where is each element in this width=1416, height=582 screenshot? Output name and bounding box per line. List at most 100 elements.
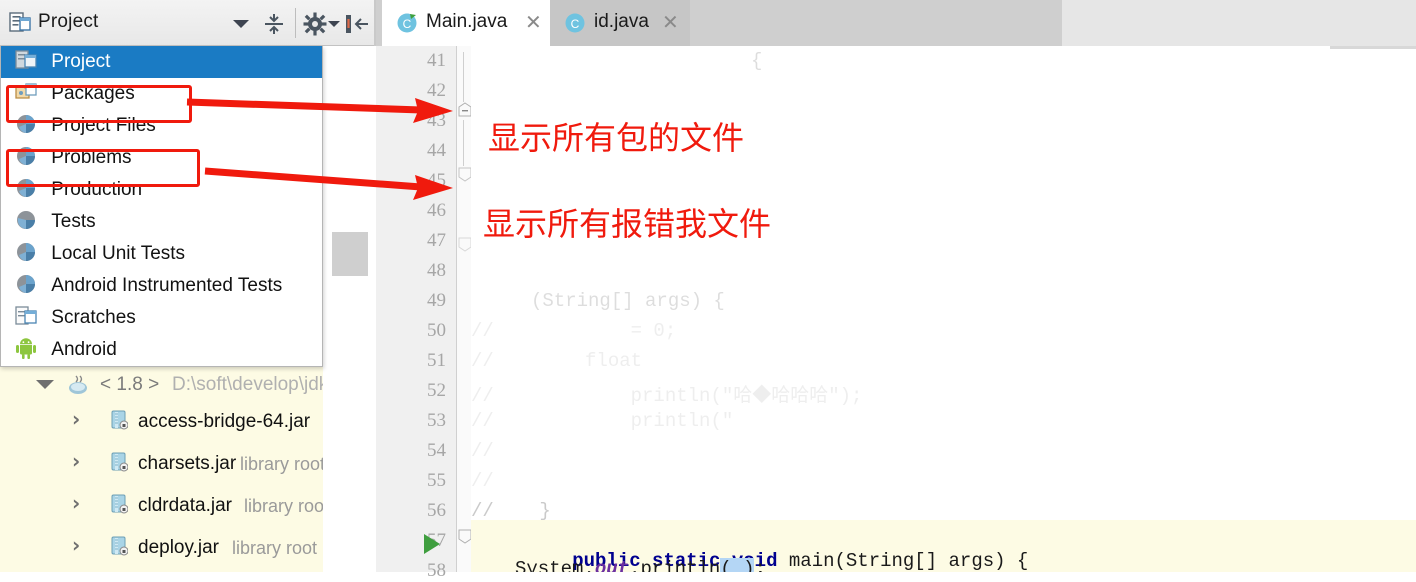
line-number: 42 xyxy=(427,80,446,101)
toolbar-divider xyxy=(295,8,296,38)
dropdown-item-label: Android Instrumented Tests xyxy=(51,275,283,296)
line-number: 58 xyxy=(427,560,446,581)
line-number: 48 xyxy=(427,260,446,281)
dropdown-item-packages[interactable]: Packages xyxy=(1,78,322,110)
jar-icon xyxy=(111,452,128,472)
project-view-icon xyxy=(9,12,31,32)
code-line: { xyxy=(751,50,763,72)
java-class-icon: C xyxy=(565,13,585,33)
tree-row-jar[interactable]: › cldrdata.jar library root xyxy=(0,486,376,528)
dropdown-item-scratches[interactable]: Scratches xyxy=(1,302,322,334)
scratches-icon xyxy=(15,306,37,325)
scope-pie-icon xyxy=(17,275,35,293)
jar-sub-label: library root xyxy=(232,538,318,558)
line-number: 52 xyxy=(427,380,446,401)
code-line: // println("哈◆哈哈哈"); xyxy=(471,385,863,407)
panel-title: Project xyxy=(38,11,99,32)
tree-row-jar[interactable]: › charsets.jar library root xyxy=(0,444,376,486)
jar-sub-label: library root xyxy=(244,496,330,516)
line-number: 44 xyxy=(427,140,446,161)
dropdown-item-label: Project xyxy=(51,51,111,72)
jdk-version-label: < 1.8 > xyxy=(100,374,160,395)
hide-panel-icon[interactable] xyxy=(344,13,370,35)
line-number: 49 xyxy=(427,290,446,311)
line-number: 47 xyxy=(427,230,446,251)
chevron-right-icon[interactable]: › xyxy=(72,533,80,557)
line-number: 50 xyxy=(427,320,446,341)
scope-pie-icon xyxy=(17,211,35,229)
tree-scrollbar-thumb[interactable] xyxy=(332,232,368,276)
tree-row-jar[interactable]: › access-bridge-64.jar libr xyxy=(0,402,376,444)
line-number: 41 xyxy=(427,50,446,71)
run-gutter-icon[interactable] xyxy=(424,534,440,554)
java-class-icon: C xyxy=(397,13,417,33)
chevron-right-icon[interactable]: › xyxy=(72,491,80,515)
tab-label: id.java xyxy=(594,11,649,32)
dropdown-item-label: Project Files xyxy=(51,115,156,136)
chevron-down-icon[interactable] xyxy=(36,380,54,389)
project-window-icon xyxy=(15,50,37,69)
line-number: 56 xyxy=(427,500,446,521)
editor-top-shadow xyxy=(1330,46,1416,49)
scope-pie-icon xyxy=(17,179,35,197)
dropdown-item-label: Tests xyxy=(51,211,96,232)
tree-scroll-strip xyxy=(323,46,376,572)
chevron-right-icon[interactable]: › xyxy=(72,449,80,473)
jar-icon xyxy=(111,536,128,556)
jdk-path-label: D:\soft\develop\jdk1 xyxy=(172,374,339,395)
editor-gutter[interactable]: 41 42 43 44 45 46 47 48 49 50 51 52 53 5… xyxy=(376,46,457,581)
code-line: // xyxy=(471,440,494,462)
dropdown-item-android[interactable]: Android xyxy=(1,334,322,366)
annotation-text-problems: 显示所有报错我文件 xyxy=(483,205,772,243)
collapse-all-icon[interactable] xyxy=(262,13,286,35)
scope-pie-icon xyxy=(17,243,35,261)
dropdown-item-project-files[interactable]: Project Files xyxy=(1,110,322,142)
dropdown-item-project[interactable]: Project xyxy=(1,46,322,78)
code-field-out: out xyxy=(594,558,630,572)
code-line: // println(" xyxy=(471,410,734,432)
bottom-highlight-band xyxy=(1040,520,1416,572)
close-icon[interactable]: ✕ xyxy=(662,12,679,32)
gear-icon[interactable] xyxy=(303,12,327,36)
tab-label: Main.java xyxy=(426,11,508,32)
line-number: 53 xyxy=(427,410,446,431)
android-icon xyxy=(16,338,36,359)
code-line: (String[] args) { xyxy=(531,290,725,312)
chevron-right-icon[interactable]: › xyxy=(72,407,80,431)
code-line: // xyxy=(471,470,494,492)
dropdown-item-production[interactable]: Production xyxy=(1,174,322,206)
dropdown-item-local-unit-tests[interactable]: Local Unit Tests xyxy=(1,238,322,270)
line-number: 54 xyxy=(427,440,446,461)
dropdown-item-tests[interactable]: Tests xyxy=(1,206,322,238)
scope-pie-icon xyxy=(17,147,35,165)
line-number: 46 xyxy=(427,200,446,221)
dropdown-item-label: Production xyxy=(51,179,143,200)
editor-area: C Main.java ✕ C id.java ✕ 41 42 43 44 45 xyxy=(376,0,1416,581)
chevron-down-icon[interactable] xyxy=(328,21,340,27)
dropdown-item-label: Scratches xyxy=(51,307,136,328)
line-number: 45 xyxy=(427,170,446,191)
line-number: 55 xyxy=(427,470,446,491)
project-view-dropdown[interactable]: Project Packages Project Files Problems … xyxy=(0,46,323,367)
tab-id-java[interactable]: C id.java ✕ xyxy=(550,0,690,46)
dropdown-item-android-instrumented-tests[interactable]: Android Instrumented Tests xyxy=(1,270,322,302)
tree-row-jdk[interactable]: < 1.8 > D:\soft\develop\jdk1 xyxy=(0,372,376,400)
dropdown-item-label: Problems xyxy=(51,147,132,168)
jar-icon xyxy=(111,410,128,430)
annotation-text-packages: 显示所有包的文件 xyxy=(488,119,745,157)
editor-fold-column[interactable] xyxy=(457,46,472,572)
jar-icon xyxy=(111,494,128,514)
jar-name-label: deploy.jar xyxy=(138,537,219,558)
code-main-decl: main(String[] args) { xyxy=(777,550,1029,572)
chevron-down-icon[interactable] xyxy=(233,20,249,28)
tree-row-jar[interactable]: › deploy.jar library root xyxy=(0,528,376,570)
close-icon[interactable]: ✕ xyxy=(525,12,542,32)
jar-name-label: cldrdata.jar xyxy=(138,495,232,516)
package-folder-icon xyxy=(15,83,37,99)
line-number: 43 xyxy=(427,110,446,131)
dropdown-item-label: Android xyxy=(51,339,117,360)
jdk-icon xyxy=(69,375,87,394)
dropdown-item-problems[interactable]: Problems xyxy=(1,142,322,174)
jar-sub-label: library root xyxy=(240,454,326,474)
tab-main-java[interactable]: C Main.java ✕ xyxy=(382,0,550,46)
